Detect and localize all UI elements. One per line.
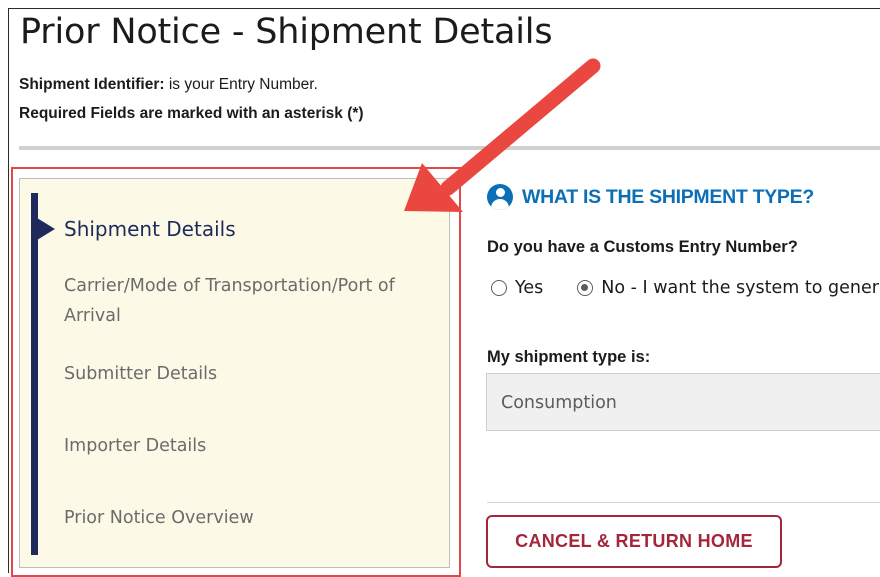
nav-item-importer-details[interactable]: Importer Details	[64, 431, 414, 461]
shipment-identifier-note: Shipment Identifier: is your Entry Numbe…	[19, 76, 318, 94]
nav-item-carrier-mode-port[interactable]: Carrier/Mode of Transportation/Port of A…	[64, 271, 414, 331]
nav-item-prior-notice-overview[interactable]: Prior Notice Overview	[64, 503, 414, 533]
nav-item-shipment-details[interactable]: Shipment Details	[64, 214, 414, 244]
form-divider	[487, 502, 880, 503]
customs-entry-question: Do you have a Customs Entry Number?	[487, 238, 798, 256]
shipment-type-heading: WHAT IS THE SHIPMENT TYPE?	[487, 183, 814, 211]
radio-no[interactable]	[577, 280, 594, 296]
shipment-type-select[interactable]: Consumption	[486, 373, 880, 431]
radio-yes-label[interactable]: Yes	[515, 278, 543, 298]
user-circle-icon	[487, 184, 513, 210]
current-step-pointer-icon	[37, 218, 55, 240]
customs-entry-radio-group: Yes No - I want the system to generate	[491, 278, 880, 298]
shipment-type-heading-text: WHAT IS THE SHIPMENT TYPE?	[522, 185, 814, 208]
header-divider	[19, 146, 880, 150]
shipment-type-label: My shipment type is:	[487, 348, 651, 366]
radio-yes[interactable]	[491, 280, 507, 296]
required-fields-note: Required Fields are marked with an aster…	[19, 105, 364, 122]
radio-no-label[interactable]: No - I want the system to generate	[601, 278, 880, 298]
page-title: Prior Notice - Shipment Details	[20, 12, 553, 52]
step-progress-bar	[31, 193, 38, 555]
shipment-identifier-text: is your Entry Number.	[164, 76, 318, 93]
cancel-return-home-button[interactable]: CANCEL & RETURN HOME	[486, 515, 782, 568]
nav-item-submitter-details[interactable]: Submitter Details	[64, 359, 414, 389]
shipment-identifier-label: Shipment Identifier:	[19, 76, 165, 93]
